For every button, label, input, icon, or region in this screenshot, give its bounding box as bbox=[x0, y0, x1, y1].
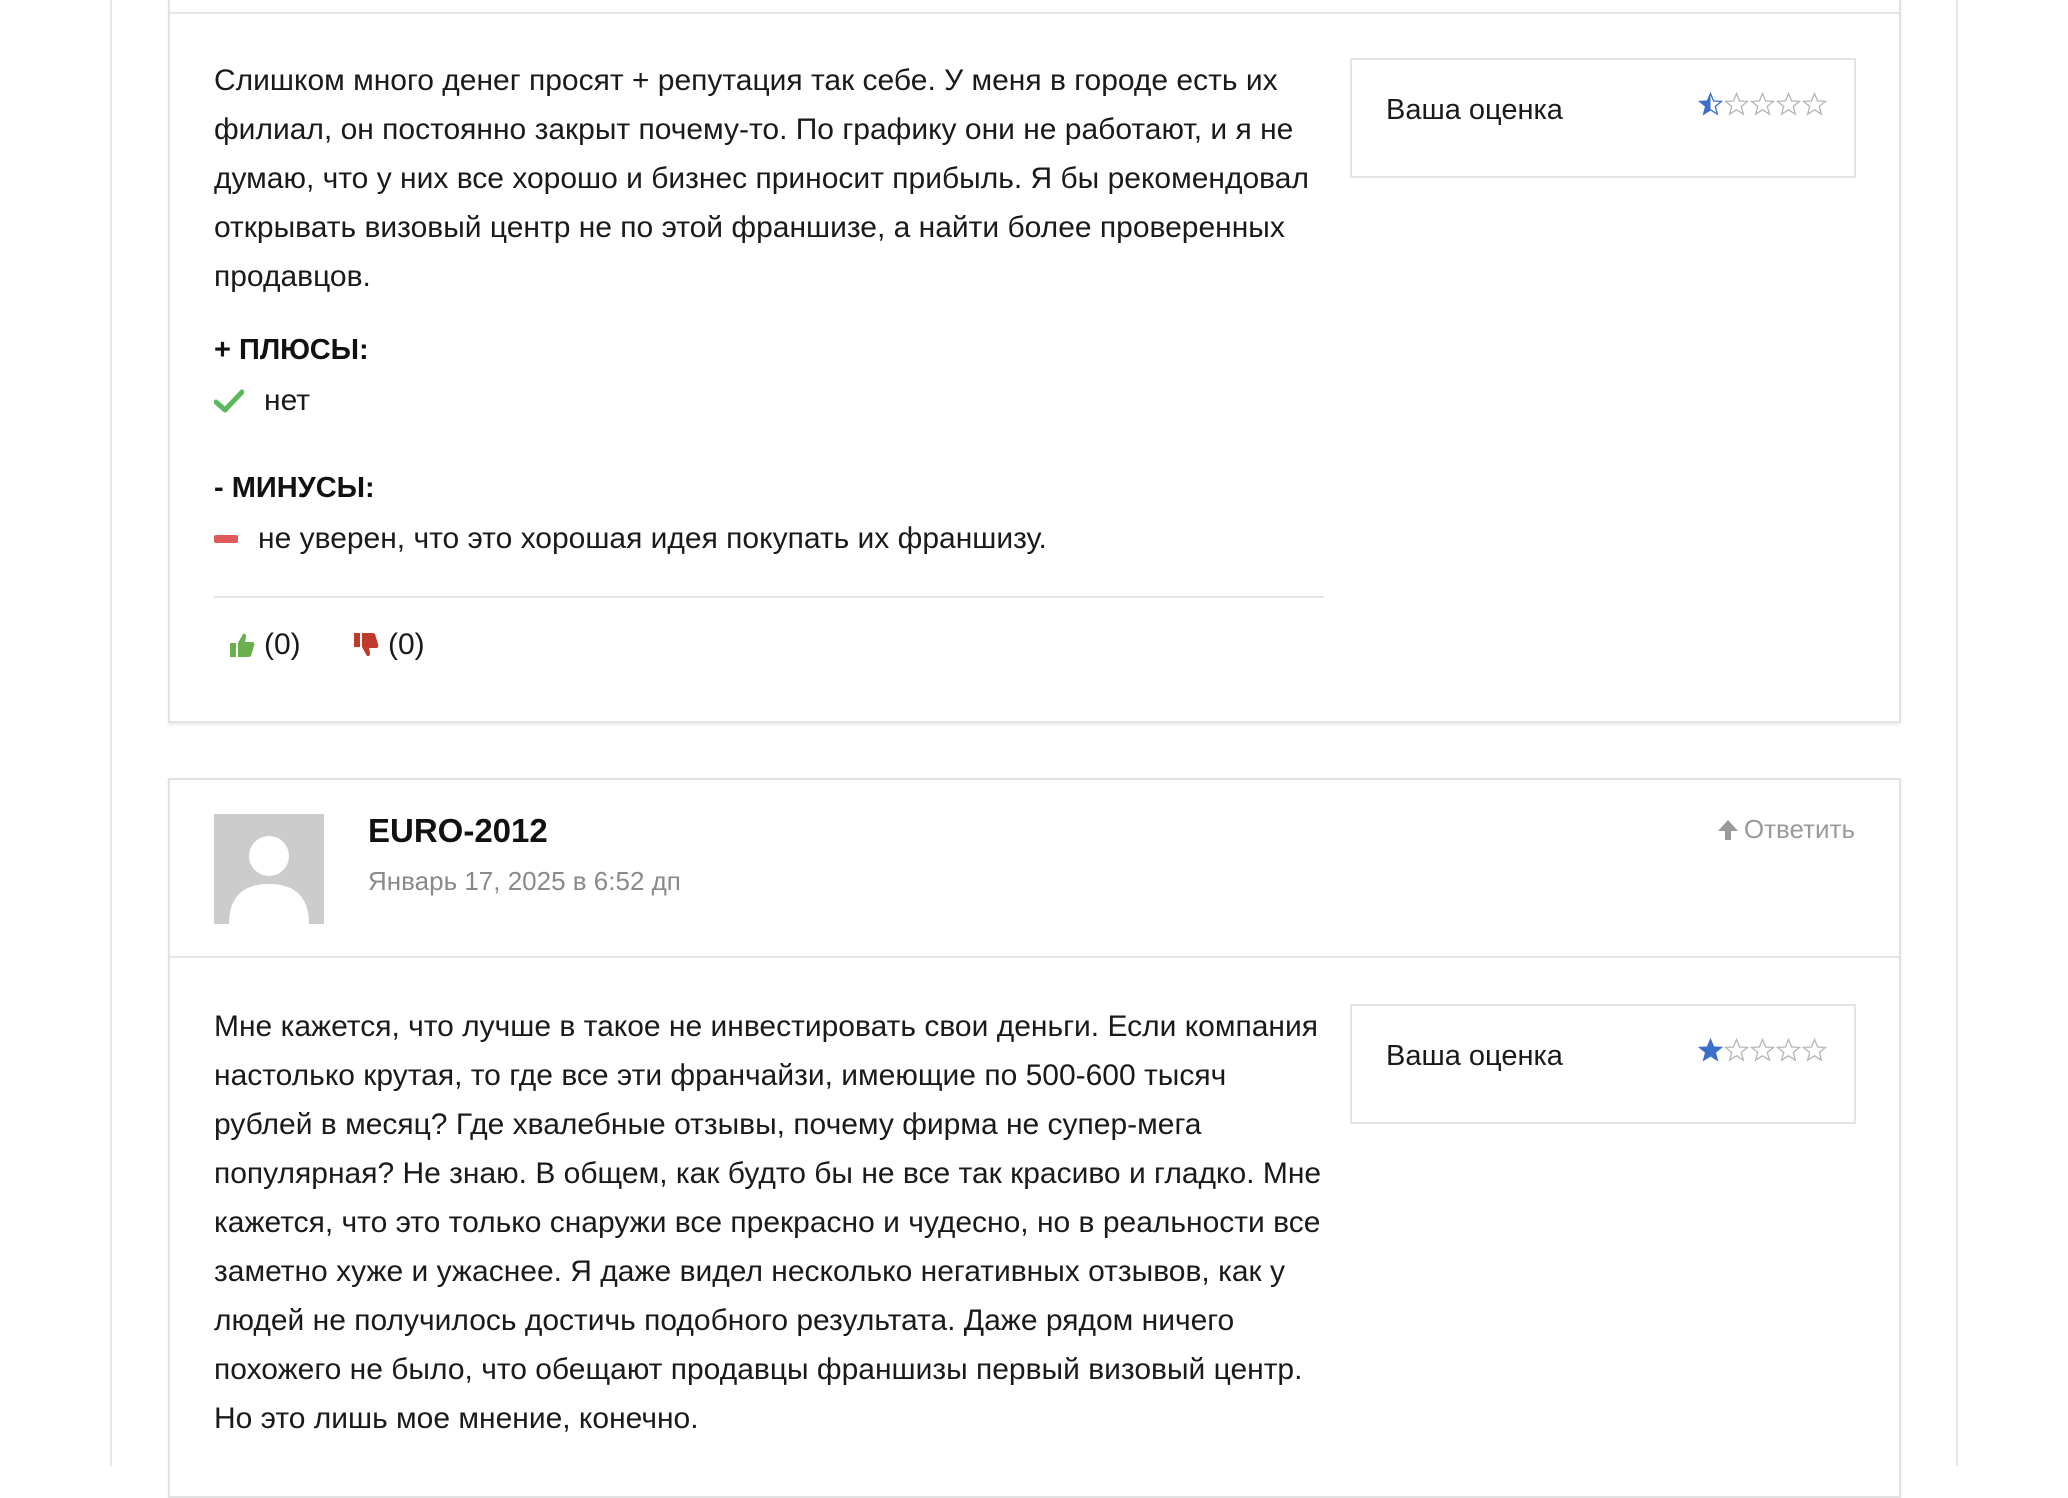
arrow-up-icon bbox=[1717, 819, 1738, 840]
star-icon[interactable] bbox=[1776, 1038, 1801, 1063]
cons-item-text: не уверен, что это хорошая идея покупать… bbox=[258, 522, 1047, 555]
comment-card: EURO-2012 Январь 17, 2025 в 6:52 дп Отве… bbox=[168, 778, 1901, 1498]
rating-box: Ваша оценка bbox=[1350, 1004, 1856, 1124]
thumbs-down-icon bbox=[354, 633, 379, 657]
star-icon[interactable] bbox=[1750, 92, 1775, 117]
thumbs-up-icon bbox=[230, 633, 255, 657]
star-icon[interactable] bbox=[1698, 1038, 1723, 1063]
comment-date: Январь 17, 2025 в 6:52 дп bbox=[368, 866, 681, 896]
card-header-divider bbox=[170, 956, 1899, 958]
pros-item-text: нет bbox=[264, 384, 310, 417]
card-header-divider bbox=[170, 12, 1899, 14]
like-count: (0) bbox=[264, 628, 301, 661]
rating-box: Ваша оценка bbox=[1350, 58, 1856, 178]
comment-text: Мне кажется, что лучше в такое не инвест… bbox=[214, 1010, 1322, 1435]
page-border-right bbox=[1956, 0, 1958, 1466]
star-icon[interactable] bbox=[1802, 92, 1827, 117]
star-icon[interactable] bbox=[1724, 92, 1749, 117]
cons-title: - МИНУСЫ: bbox=[214, 472, 375, 504]
minus-icon bbox=[214, 535, 238, 543]
comment-author[interactable]: EURO-2012 bbox=[368, 812, 548, 850]
comment-card: Слишком много денег просят + репутация т… bbox=[168, 0, 1901, 723]
reply-label: Ответить bbox=[1743, 814, 1855, 844]
star-rating[interactable] bbox=[1698, 1038, 1827, 1063]
star-icon[interactable] bbox=[1802, 1038, 1827, 1063]
pros-title: + ПЛЮСЫ: bbox=[214, 334, 369, 366]
comment-text: Слишком много денег просят + репутация т… bbox=[214, 64, 1309, 293]
votes-divider bbox=[214, 596, 1324, 598]
pros-item: нет bbox=[214, 384, 310, 418]
check-icon bbox=[214, 389, 244, 413]
star-icon[interactable] bbox=[1750, 1038, 1775, 1063]
dislike-button[interactable]: (0) bbox=[352, 628, 425, 662]
reply-button[interactable]: Ответить bbox=[1716, 814, 1855, 845]
dislike-count: (0) bbox=[388, 628, 425, 661]
like-button[interactable]: (0) bbox=[228, 628, 301, 662]
rating-label: Ваша оценка bbox=[1386, 94, 1563, 126]
page-border-left bbox=[110, 0, 112, 1466]
star-icon[interactable] bbox=[1698, 92, 1723, 117]
star-icon[interactable] bbox=[1776, 92, 1801, 117]
star-rating[interactable] bbox=[1698, 92, 1827, 117]
star-icon[interactable] bbox=[1724, 1038, 1749, 1063]
default-avatar-icon bbox=[214, 814, 324, 924]
cons-item: не уверен, что это хорошая идея покупать… bbox=[214, 522, 1047, 556]
avatar bbox=[214, 814, 324, 924]
rating-label: Ваша оценка bbox=[1386, 1040, 1563, 1072]
